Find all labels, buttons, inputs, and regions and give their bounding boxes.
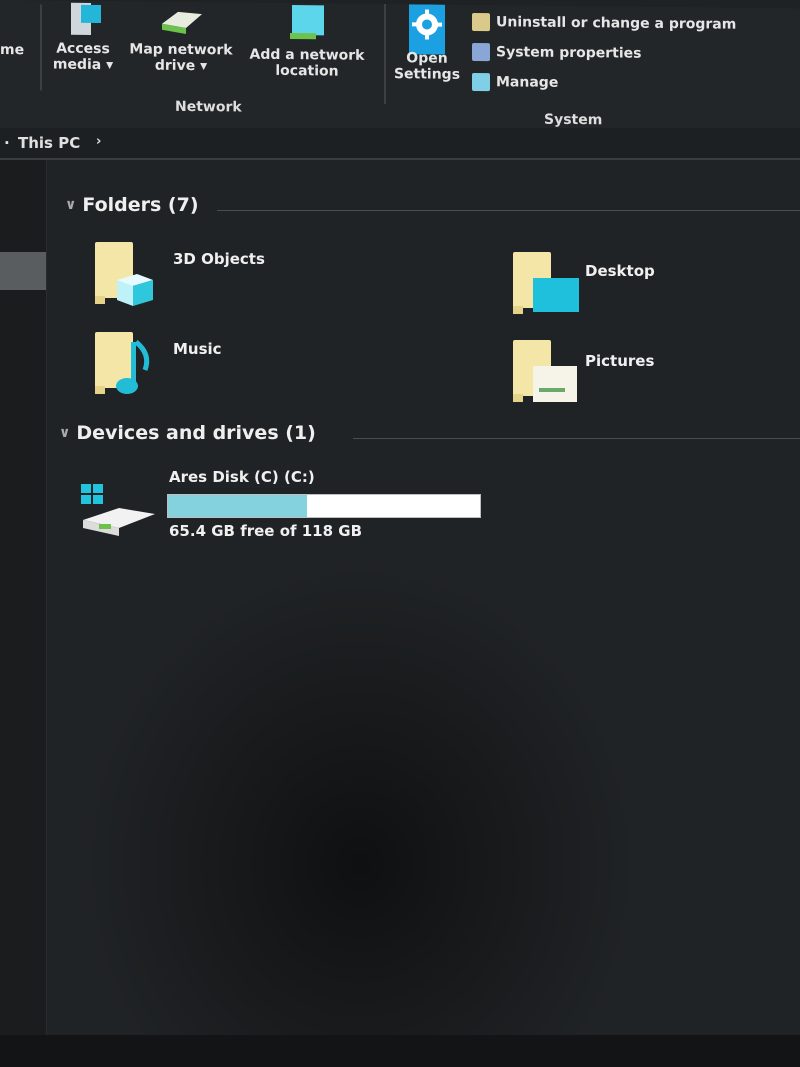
network-location-icon xyxy=(290,5,324,40)
folder-tile-pictures[interactable]: Pictures xyxy=(513,338,793,418)
chevron-down-icon[interactable]: ∨ xyxy=(59,425,70,441)
add-network-location-button[interactable]: Add a network location xyxy=(242,3,372,80)
system-properties-link[interactable]: System properties xyxy=(472,42,642,63)
uninstall-label: Uninstall or change a program xyxy=(496,14,737,33)
network-group-label: Network xyxy=(175,98,242,116)
breadcrumb-root-chevron[interactable]: · xyxy=(4,134,10,152)
open-settings-button[interactable]: Open Settings xyxy=(392,4,462,83)
map-drive-label-2: drive ▾ xyxy=(154,57,208,75)
navigation-pane[interactable] xyxy=(0,160,47,1067)
content-pane: ∨ Folders (7) 3D Objects Desktop Music P… xyxy=(47,160,800,1067)
access-media-button[interactable]: Access media ▾ xyxy=(50,1,116,74)
ribbon-separator xyxy=(40,4,42,91)
map-drive-icon xyxy=(162,11,202,34)
drive-tile-c[interactable]: Ares Disk (C) (C:) 65.4 GB free of 118 G… xyxy=(47,460,507,550)
nav-selected-item[interactable] xyxy=(0,252,46,290)
manage-icon xyxy=(472,72,490,92)
picture-frame-icon xyxy=(533,366,577,402)
uninstall-program-link[interactable]: Uninstall or change a program xyxy=(472,12,737,34)
system-properties-icon xyxy=(472,42,490,62)
gear-icon xyxy=(409,4,445,55)
address-bar[interactable]: · This PC › xyxy=(0,128,800,160)
breadcrumb-this-pc[interactable]: This PC xyxy=(18,134,80,152)
ribbon: me Access media ▾ Map network drive ▾ Ad… xyxy=(0,0,800,139)
drive-free-space: 65.4 GB free of 118 GB xyxy=(169,522,363,540)
open-settings-label: Open xyxy=(406,50,448,67)
monitor-bezel xyxy=(0,1035,800,1067)
drive-name: Ares Disk (C) (C:) xyxy=(169,468,315,486)
windows-drive-icon xyxy=(81,484,155,536)
desktop-screen-icon xyxy=(533,278,579,312)
manage-label: Manage xyxy=(496,74,559,91)
add-location-label: Add a network xyxy=(249,46,365,64)
uninstall-icon xyxy=(472,12,490,32)
devices-section-header[interactable]: ∨ Devices and drives (1) xyxy=(59,422,316,444)
folder-tile-3d-objects[interactable]: 3D Objects xyxy=(93,238,453,318)
folder-tile-desktop[interactable]: Desktop xyxy=(513,250,793,330)
folders-section-header[interactable]: ∨ Folders (7) xyxy=(65,194,199,216)
folder-tile-music[interactable]: Music xyxy=(93,328,453,408)
system-group-label: System xyxy=(544,111,603,129)
3d-cube-icon xyxy=(117,274,153,306)
section-divider xyxy=(353,438,800,439)
music-note-icon xyxy=(116,340,150,394)
folder-name: Desktop xyxy=(585,262,655,280)
devices-section-title: Devices and drives (1) xyxy=(76,422,316,444)
folder-name: Music xyxy=(173,340,222,358)
folder-name: 3D Objects xyxy=(173,250,265,268)
folders-section-title: Folders (7) xyxy=(82,194,199,216)
chevron-down-icon[interactable]: ∨ xyxy=(65,197,76,213)
access-media-label-2: media ▾ xyxy=(52,56,114,74)
media-server-icon xyxy=(71,2,101,35)
ribbon-partial-item[interactable]: me xyxy=(0,42,24,58)
drive-usage-bar xyxy=(167,494,481,518)
section-divider xyxy=(217,210,800,211)
drive-usage-fill xyxy=(168,495,308,517)
access-media-label: Access xyxy=(56,40,110,58)
ribbon-separator xyxy=(384,4,386,105)
folder-name: Pictures xyxy=(585,352,655,370)
partial-label: me xyxy=(0,42,25,59)
breadcrumb-chevron-icon[interactable]: › xyxy=(96,134,101,149)
map-network-drive-button[interactable]: Map network drive ▾ xyxy=(120,1,242,74)
add-location-label-2: location xyxy=(275,62,339,80)
map-drive-label: Map network xyxy=(129,41,233,59)
open-settings-label-2: Settings xyxy=(393,66,461,83)
manage-link[interactable]: Manage xyxy=(472,72,559,92)
system-properties-label: System properties xyxy=(496,44,642,62)
